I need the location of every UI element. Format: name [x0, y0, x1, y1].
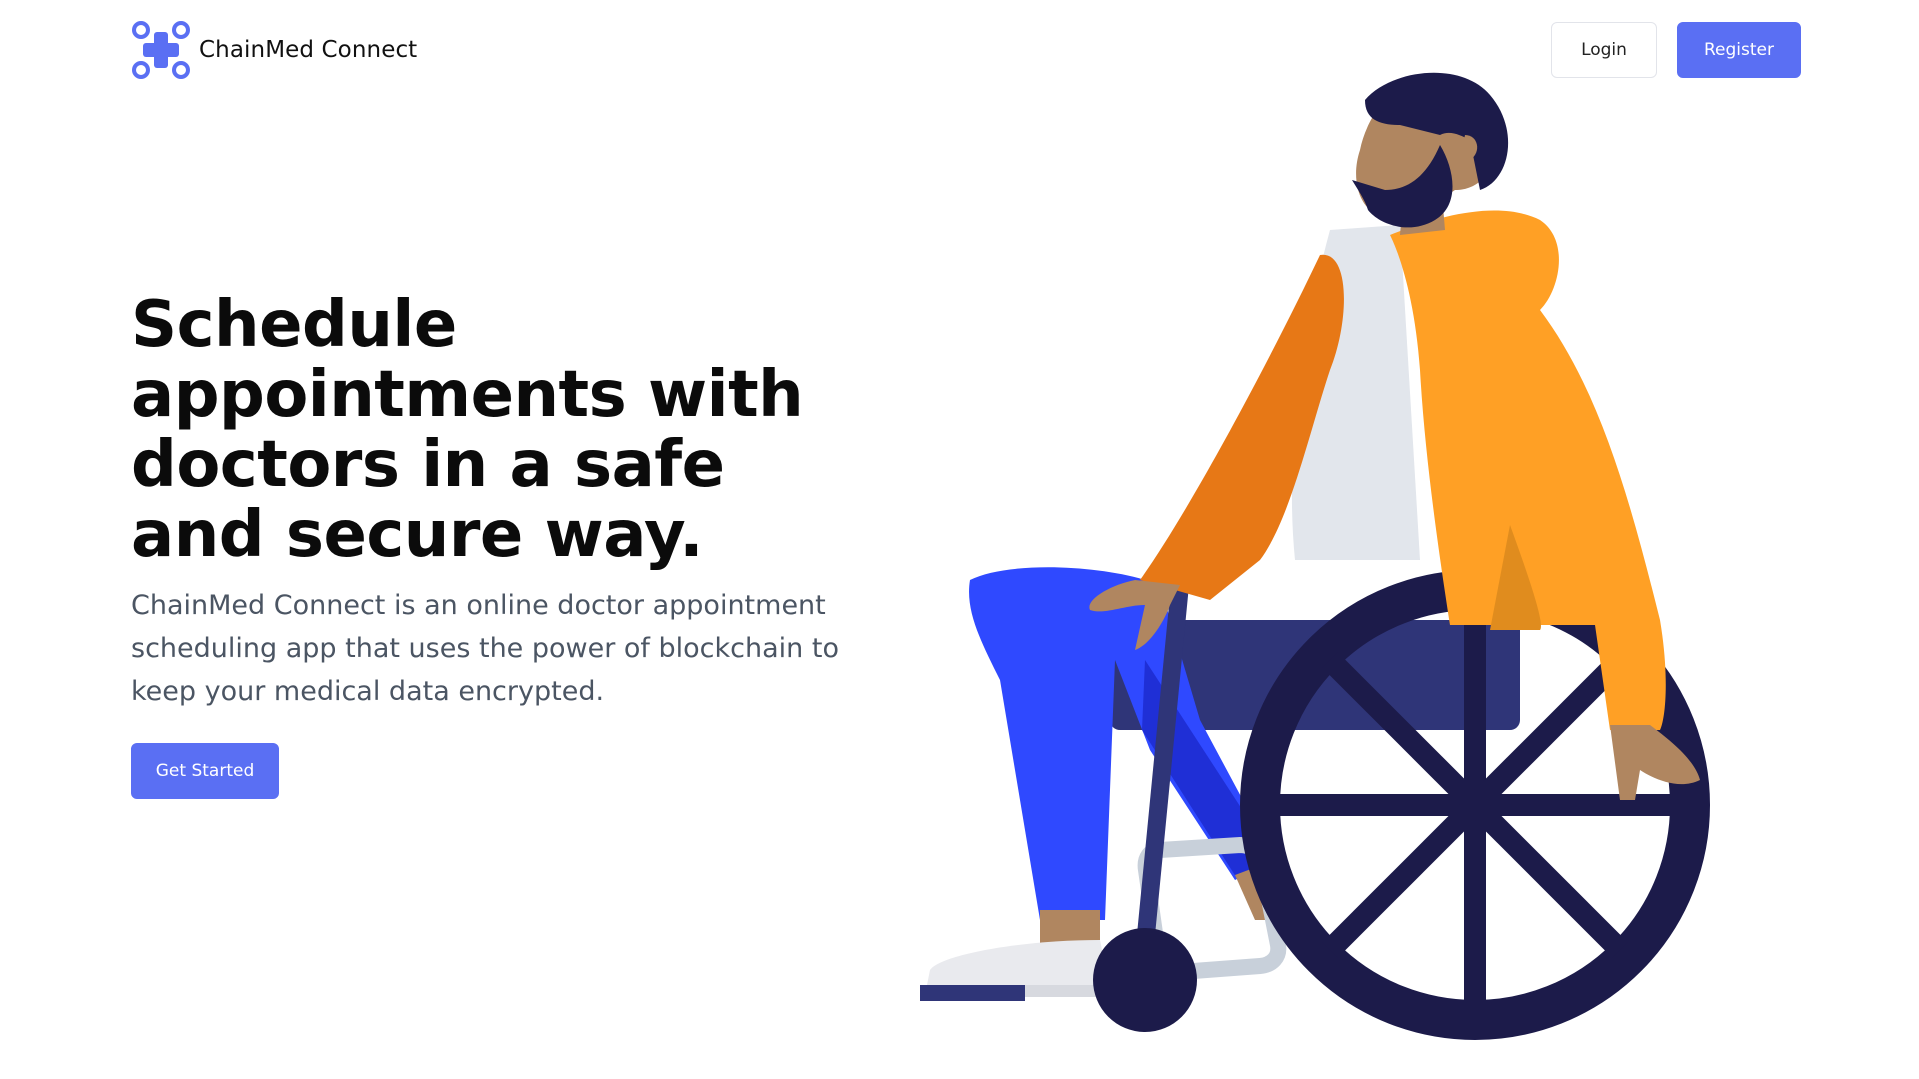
landing-page: ChainMed Connect Login Register Schedule… [0, 0, 1919, 1079]
brand-logo-link[interactable]: ChainMed Connect [131, 20, 417, 80]
hero-subtitle: ChainMed Connect is an online doctor app… [131, 590, 839, 707]
person-in-wheelchair-illustration [920, 72, 1710, 1040]
medical-cross-network-icon [132, 21, 190, 79]
get-started-button[interactable]: Get Started [131, 743, 279, 799]
hero-title: Schedule appointments with doctors in a … [131, 288, 804, 572]
hero-section: Schedule appointments with doctors in a … [131, 290, 851, 799]
brand-name: ChainMed Connect [199, 37, 418, 63]
